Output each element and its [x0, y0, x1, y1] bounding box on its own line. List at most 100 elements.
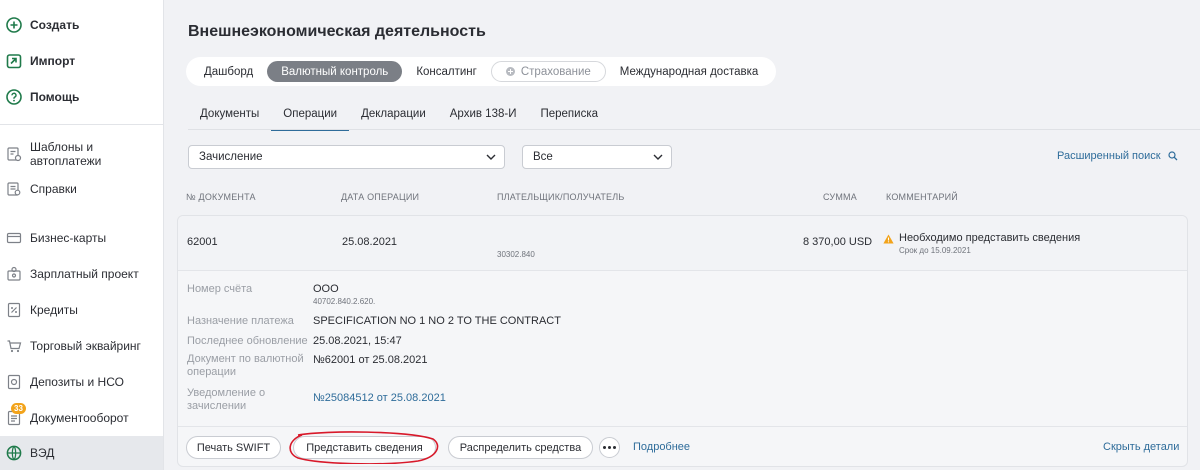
dots-icon	[602, 446, 617, 449]
main-content: Внешнеэкономическая деятельность Дашборд…	[165, 0, 1200, 470]
tabs-divider	[188, 129, 1200, 130]
operation-type-value: Зачисление	[199, 151, 263, 163]
sidebar-item-label: ВЭД	[30, 446, 55, 460]
purpose-label: Назначение платежа	[187, 315, 294, 327]
import-icon	[6, 53, 22, 69]
templates-icon	[6, 146, 22, 162]
section-pills: Дашборд Валютный контроль Консалтинг Стр…	[186, 57, 777, 86]
notice-label-1: Уведомление о	[187, 387, 266, 399]
sidebar-item-create[interactable]: Создать	[0, 7, 163, 43]
pill-consulting[interactable]: Консалтинг	[402, 61, 491, 82]
salary-icon	[6, 266, 22, 282]
pill-international-delivery[interactable]: Международная доставка	[606, 61, 772, 82]
pill-insurance[interactable]: Страхование	[490, 61, 606, 82]
advanced-search-link[interactable]: Расширенный поиск	[1057, 150, 1178, 162]
sidebar-item-deposits[interactable]: Депозиты и НСО	[0, 364, 163, 400]
pill-dashboard[interactable]: Дашборд	[190, 61, 267, 82]
chevron-down-icon	[653, 154, 663, 160]
operation-card: 62001 25.08.2021 30302.840 8 370,00 USD …	[177, 215, 1188, 467]
tab-operations[interactable]: Операции	[271, 104, 350, 131]
more-details-link[interactable]: Подробнее	[633, 441, 690, 453]
deadline-text: Срок до 15.09.2021	[899, 246, 971, 255]
sidebar-item-certificates[interactable]: Справки	[0, 171, 163, 207]
sidebar-item-label: Помощь	[30, 90, 80, 104]
help-icon	[6, 89, 22, 105]
sidebar-item-documents[interactable]: 33 Документооборот	[0, 400, 163, 436]
column-comment: КОММЕНТАРИЙ	[886, 192, 958, 202]
operation-date: 25.08.2021	[342, 236, 398, 248]
operation-amount: 8 370,00 USD	[803, 236, 873, 248]
table-row[interactable]: 62001 25.08.2021 30302.840 8 370,00 USD …	[178, 216, 1187, 271]
chevron-down-icon	[486, 154, 496, 160]
submit-info-button[interactable]: Представить сведения	[293, 436, 436, 459]
notice-link[interactable]: №25084512 от 25.08.2021	[313, 392, 446, 404]
pill-insurance-label: Страхование	[520, 65, 591, 78]
column-payer: ПЛАТЕЛЬЩИК/ПОЛУЧАТЕЛЬ	[497, 192, 625, 202]
currency-doc-label-2: операции	[187, 366, 237, 378]
sidebar-item-salary[interactable]: Зарплатный проект	[0, 256, 163, 292]
sidebar-item-credits[interactable]: Кредиты	[0, 292, 163, 328]
tabs: Документы Операции Декларации Архив 138-…	[188, 104, 610, 131]
sidebar-divider	[0, 124, 163, 125]
sidebar-item-label: Зарплатный проект	[30, 267, 139, 281]
sidebar-item-help[interactable]: Помощь	[0, 79, 163, 115]
distribute-funds-button[interactable]: Распределить средства	[448, 436, 593, 459]
tab-correspondence[interactable]: Переписка	[528, 104, 610, 131]
more-options-button[interactable]	[599, 437, 620, 458]
status-select[interactable]: Все	[522, 145, 672, 169]
sidebar-item-label: Кредиты	[30, 303, 78, 317]
page-title: Внешнеэкономическая деятельность	[188, 23, 486, 40]
column-date: ДАТА ОПЕРАЦИИ	[341, 192, 420, 202]
actions-divider	[178, 426, 1187, 427]
search-icon	[1167, 151, 1178, 161]
sidebar-item-label: Торговый эквайринг	[30, 339, 141, 353]
sidebar: Создать Импорт Помощь Шаблоны и автоплат…	[0, 0, 164, 470]
sidebar-item-label: Создать	[30, 18, 80, 32]
updated-label: Последнее обновление	[187, 335, 308, 347]
sidebar-item-label: Бизнес-карты	[30, 231, 107, 245]
print-swift-button[interactable]: Печать SWIFT	[186, 436, 281, 459]
column-amount: СУММА	[823, 192, 857, 202]
purpose-value: SPECIFICATION NO 1 NO 2 TO THE CONTRACT	[313, 315, 561, 327]
sidebar-item-label: Импорт	[30, 54, 76, 68]
certificates-icon	[6, 181, 22, 197]
sidebar-item-ved[interactable]: ВЭД	[0, 436, 163, 470]
warning-text: Необходимо представить сведения	[899, 232, 1081, 244]
deposit-icon	[6, 374, 22, 390]
notice-label-2: зачислении	[187, 400, 247, 412]
globe-icon	[6, 445, 22, 461]
sidebar-item-label: Депозиты и НСО	[30, 375, 124, 389]
advanced-search-label: Расширенный поиск	[1057, 150, 1161, 162]
sidebar-item-label: Справки	[30, 182, 77, 196]
tab-declarations[interactable]: Декларации	[349, 104, 438, 131]
tab-documents[interactable]: Документы	[188, 104, 271, 131]
sidebar-item-acquiring[interactable]: Торговый эквайринг	[0, 328, 163, 364]
plus-circle-icon	[6, 17, 22, 33]
notification-badge: 33	[11, 403, 26, 414]
sidebar-item-label: Документооборот	[30, 411, 129, 425]
currency-doc-value: №62001 от 25.08.2021	[313, 354, 428, 366]
column-doc-number: № ДОКУМЕНТА	[186, 192, 256, 202]
doc-number: 62001	[187, 236, 218, 248]
cart-icon	[6, 338, 22, 354]
card-icon	[6, 230, 22, 246]
credit-icon	[6, 302, 22, 318]
sidebar-item-templates[interactable]: Шаблоны и автоплатежи	[0, 136, 163, 172]
tab-archive[interactable]: Архив 138-И	[438, 104, 529, 131]
hide-details-link[interactable]: Скрыть детали	[1103, 441, 1179, 453]
plus-icon	[505, 67, 515, 76]
sidebar-item-import[interactable]: Импорт	[0, 43, 163, 79]
account-name: ООО	[313, 283, 339, 295]
warning-icon	[883, 234, 894, 244]
operation-type-select[interactable]: Зачисление	[188, 145, 505, 169]
account-label: Номер счёта	[187, 283, 253, 295]
updated-value: 25.08.2021, 15:47	[313, 335, 402, 347]
account-number: 40702.840.2.620.	[313, 297, 376, 306]
sidebar-item-business-cards[interactable]: Бизнес-карты	[0, 220, 163, 256]
currency-doc-label-1: Документ по валютной	[187, 353, 304, 365]
sidebar-item-label: Шаблоны и автоплатежи	[30, 140, 102, 168]
pill-currency-control[interactable]: Валютный контроль	[267, 61, 403, 82]
documents-icon: 33	[6, 403, 26, 426]
payer-account: 30302.840	[497, 250, 535, 259]
status-value: Все	[533, 151, 553, 163]
